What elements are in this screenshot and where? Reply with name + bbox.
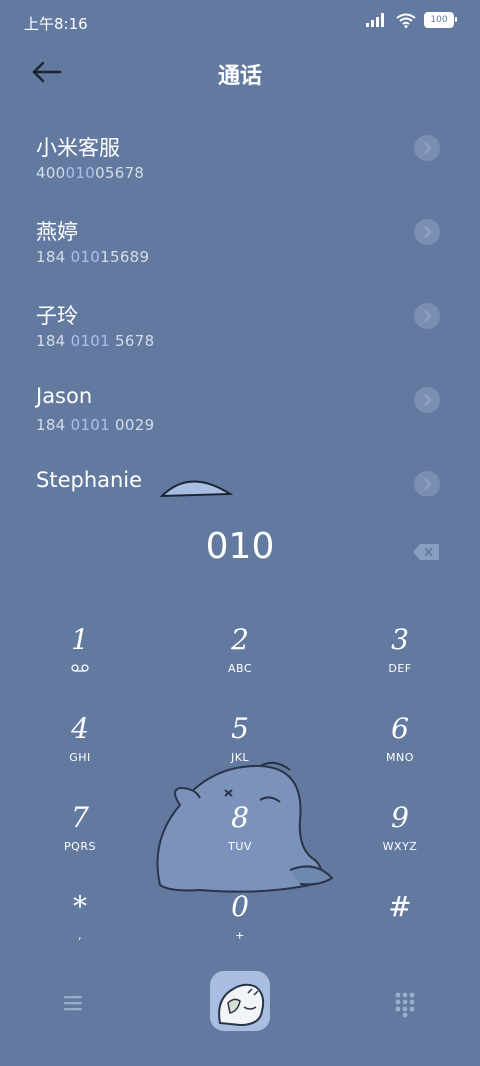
call-button[interactable] bbox=[210, 971, 270, 1031]
contact-row[interactable]: Stephanie bbox=[0, 454, 480, 496]
contact-name: 燕婷 bbox=[36, 220, 78, 244]
chevron-right-icon[interactable] bbox=[414, 387, 440, 413]
wifi-icon bbox=[396, 13, 416, 28]
chevron-right-icon[interactable] bbox=[414, 303, 440, 329]
shark-fin-decoration bbox=[160, 480, 234, 498]
key-4[interactable]: 4 GHI bbox=[20, 709, 140, 789]
key-3[interactable]: 3 DEF bbox=[340, 620, 460, 700]
status-bar: 上午8:16 100 bbox=[0, 0, 480, 44]
backspace-icon[interactable] bbox=[412, 543, 440, 561]
call-button-shark-sticker bbox=[218, 983, 265, 1027]
chevron-right-icon[interactable] bbox=[414, 135, 440, 161]
signal-icon bbox=[366, 13, 384, 27]
key-hash[interactable]: # bbox=[340, 887, 460, 967]
voicemail-icon bbox=[20, 662, 140, 676]
key-6[interactable]: 6 MNO bbox=[340, 709, 460, 789]
status-time: 上午8:16 bbox=[24, 15, 88, 33]
chevron-right-icon[interactable] bbox=[414, 219, 440, 245]
contact-number: 184 0101 5678 bbox=[36, 332, 155, 350]
battery-level: 100 bbox=[430, 15, 448, 25]
key-star[interactable]: *, bbox=[20, 887, 140, 967]
contact-number: 40001005678 bbox=[36, 164, 145, 182]
key-7[interactable]: 7 PQRS bbox=[20, 798, 140, 878]
bottom-action-bar bbox=[0, 968, 480, 1038]
key-8[interactable]: 8 TUV bbox=[180, 798, 300, 878]
key-0[interactable]: 0 + bbox=[180, 887, 300, 967]
chevron-right-icon[interactable] bbox=[414, 471, 440, 496]
contact-row[interactable]: 子玲 184 0101 5678 bbox=[0, 286, 480, 370]
dialed-number-display[interactable]: 010 bbox=[0, 526, 480, 567]
status-icons: 100 bbox=[366, 12, 457, 28]
contact-name: Stephanie bbox=[36, 468, 143, 492]
contact-number: 184 01015689 bbox=[36, 248, 150, 266]
contact-number: 184 0101 0029 bbox=[36, 416, 155, 434]
contact-suggestion-list: 小米客服 40001005678 燕婷 184 01015689 子玲 184 … bbox=[0, 118, 480, 496]
contact-row[interactable]: Jason 184 0101 0029 bbox=[0, 370, 480, 454]
key-9[interactable]: 9 WXYZ bbox=[340, 798, 460, 878]
menu-icon[interactable] bbox=[58, 988, 88, 1018]
contact-name: 小米客服 bbox=[36, 136, 120, 160]
contact-name: Jason bbox=[36, 384, 93, 408]
key-5[interactable]: 5 JKL bbox=[180, 709, 300, 789]
dialpad-icon[interactable] bbox=[390, 988, 420, 1018]
battery-icon: 100 bbox=[424, 12, 457, 28]
contact-row[interactable]: 小米客服 40001005678 bbox=[0, 118, 480, 202]
contact-name: 子玲 bbox=[36, 304, 78, 328]
key-1[interactable]: 1 bbox=[20, 620, 140, 700]
page-title: 通话 bbox=[217, 64, 262, 89]
app-header: 通话 bbox=[0, 48, 480, 96]
key-2[interactable]: 2 ABC bbox=[180, 620, 300, 700]
contact-row[interactable]: 燕婷 184 01015689 bbox=[0, 202, 480, 286]
